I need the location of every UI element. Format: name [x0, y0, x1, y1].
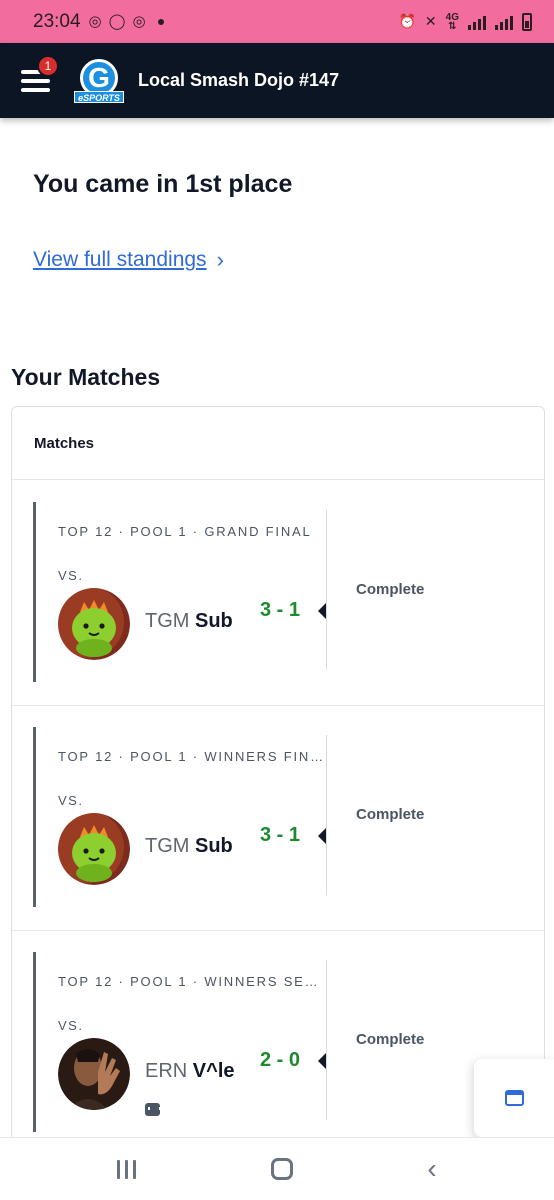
matches-card: Matches TOP 12 · POOL 1 · GRAND FINAL VS… — [11, 406, 545, 1166]
avatar[interactable] — [58, 813, 130, 885]
esports-logo[interactable]: G eSPORTS — [74, 58, 124, 103]
notification-badge: 1 — [37, 54, 59, 77]
instagram-icon: ◎ — [88, 13, 102, 30]
whatsapp-icon: ◯ — [108, 13, 126, 30]
match-item[interactable]: TOP 12 · POOL 1 · WINNERS SEM… VS. ERN V… — [12, 930, 544, 1156]
match-accent-bar — [33, 727, 36, 907]
match-item[interactable]: TOP 12 · POOL 1 · GRAND FINAL VS. TGM Su… — [12, 480, 544, 706]
match-score: 3 - 1 — [260, 599, 301, 621]
match-score: 3 - 1 — [260, 824, 301, 846]
vs-label: VS. — [58, 1018, 84, 1033]
battery-icon — [522, 12, 532, 31]
opponent-name[interactable]: TGM Sub — [145, 610, 233, 633]
placement-heading: You came in 1st place — [33, 170, 293, 198]
divider — [326, 960, 327, 1120]
window-icon — [504, 1090, 524, 1106]
match-item[interactable]: TOP 12 · POOL 1 · WINNERS FIN… VS. TGM S… — [12, 705, 544, 931]
network-type: 4G ⇅ — [445, 11, 459, 32]
match-status: Complete — [356, 581, 425, 598]
status-bar: 23:04 ◎ ◯ ◎ ⏰ ✕ 4G ⇅ — [0, 0, 554, 43]
opponent-team-prefix: TGM — [145, 610, 190, 632]
view-standings-link[interactable]: View full standings › — [33, 247, 224, 273]
vs-label: VS. — [58, 568, 84, 583]
hamburger-menu-button[interactable]: 1 — [21, 54, 59, 92]
vs-label: VS. — [58, 793, 84, 808]
alarm-icon: ⏰ — [398, 13, 416, 29]
chevron-right-icon: › — [216, 247, 224, 272]
match-accent-bar — [33, 952, 36, 1132]
divider — [326, 735, 327, 895]
opponent-team-prefix: TGM — [145, 835, 190, 857]
match-round-label: TOP 12 · POOL 1 · GRAND FINAL — [58, 524, 312, 539]
opponent-tag: Sub — [195, 610, 233, 632]
opponent-tag: Sub — [195, 835, 233, 857]
divider — [326, 510, 327, 670]
page-title: Local Smash Dojo #147 — [138, 70, 340, 90]
logo-tag: eSPORTS — [74, 90, 124, 103]
instagram-icon: ◎ — [132, 13, 146, 30]
home-button[interactable] — [270, 1158, 293, 1180]
opponent-tag: V^le — [192, 1060, 235, 1082]
matches-card-header: Matches — [12, 407, 544, 480]
back-button[interactable]: ‹ — [427, 1155, 436, 1183]
notification-icons: ◎ ◯ ◎ — [89, 14, 146, 29]
status-time: 23:04 — [33, 10, 81, 32]
mute-icon: ✕ — [424, 13, 437, 29]
avatar[interactable] — [58, 1038, 130, 1110]
match-round-label: TOP 12 · POOL 1 · WINNERS FIN… — [58, 749, 324, 764]
signal-icon — [468, 14, 486, 30]
opponent-name[interactable]: TGM Sub — [145, 835, 233, 858]
match-accent-bar — [33, 502, 36, 682]
app-header: 1 G eSPORTS Local Smash Dojo #147 — [0, 43, 554, 118]
match-score: 2 - 0 — [260, 1049, 301, 1071]
opponent-name[interactable]: ERN V^le — [145, 1060, 235, 1083]
system-icons: ⏰ ✕ 4G ⇅ — [398, 11, 532, 32]
floating-window-button[interactable] — [474, 1059, 554, 1137]
view-standings-label: View full standings — [33, 248, 207, 271]
avatar[interactable] — [58, 588, 130, 660]
section-title: Your Matches — [11, 364, 161, 390]
match-status: Complete — [356, 1031, 425, 1048]
match-round-label: TOP 12 · POOL 1 · WINNERS SEM… — [58, 974, 324, 989]
more-notifications-dot — [157, 18, 164, 25]
system-nav-bar: ‹ — [0, 1137, 554, 1200]
recents-button[interactable] — [117, 1159, 137, 1179]
signal-icon-2 — [495, 14, 513, 30]
opponent-team-prefix: ERN — [145, 1060, 188, 1082]
match-status: Complete — [356, 806, 425, 823]
discord-icon[interactable] — [145, 1103, 161, 1116]
